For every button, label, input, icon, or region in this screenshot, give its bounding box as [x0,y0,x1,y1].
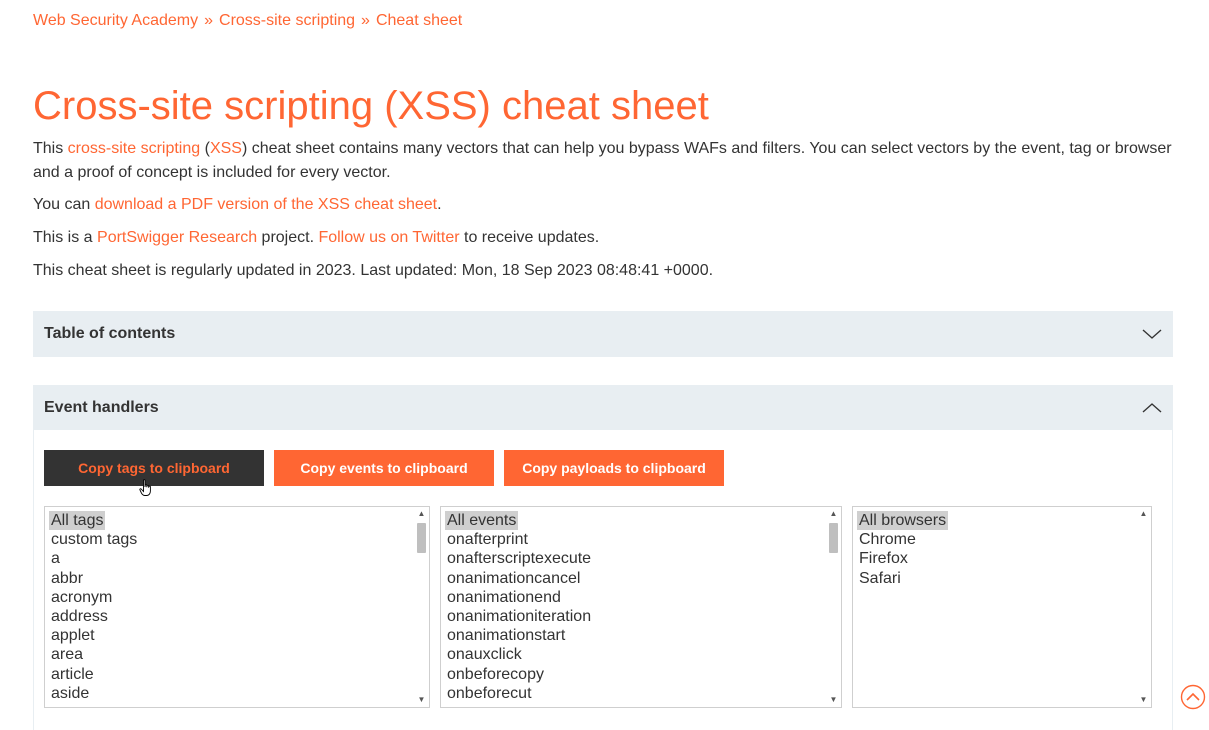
event-option[interactable]: onbeforecopy [445,665,544,684]
tag-option[interactable]: acronym [49,588,112,607]
event-option[interactable]: onanimationstart [445,626,565,645]
scroll-up-icon[interactable]: ▲ [1136,507,1151,521]
scroll-down-icon[interactable]: ▼ [826,693,841,707]
tag-option[interactable]: abbr [49,569,83,588]
tags-scrollbar[interactable]: ▲ ▼ [414,507,429,707]
tag-option[interactable]: article [49,665,94,684]
events-listbox[interactable]: All events onafterprint onafterscriptexecu… [440,506,842,708]
breadcrumb: Web Security Academy » Cross-site script… [33,11,462,31]
follow-twitter-link[interactable]: Follow us on Twitter [318,229,459,246]
copy-tags-button[interactable]: Copy tags to clipboard [44,450,264,486]
intro-paragraph-3: This is a PortSwigger Research project. … [33,229,600,246]
browsers-options: All browsers Chrome Firefox Safari [853,507,1151,588]
scroll-down-icon[interactable]: ▼ [414,693,429,707]
tag-option[interactable]: a [49,549,60,568]
browser-option[interactable]: Chrome [857,530,916,549]
browser-option[interactable]: All browsers [857,511,949,531]
tags-options: All tags custom tags a abbr acronym address ap… [45,507,429,703]
table-of-contents-label: Table of contents [44,325,176,342]
cross-site-scripting-link[interactable]: cross-site scripting [68,140,200,157]
scroll-up-icon[interactable]: ▲ [414,507,429,521]
breadcrumb-cross-site-scripting[interactable]: Cross-site scripting [219,11,355,31]
event-option[interactable]: onanimationiteration [445,607,591,626]
intro-paragraph-1: This cross-site scripting (XSS) cheat sh… [33,140,1172,181]
event-option[interactable]: onauxclick [445,645,522,664]
browser-option[interactable]: Firefox [857,549,908,568]
events-options: All events onafterprint onafterscriptexecu… [441,507,841,703]
tag-option[interactable]: custom tags [49,530,137,549]
scroll-up-icon[interactable]: ▲ [826,507,841,521]
event-option[interactable]: onanimationcancel [445,569,580,588]
events-scrollbar[interactable]: ▲ ▼ [826,507,841,707]
event-handlers-toggle[interactable]: Event handlers [33,385,1173,430]
event-option[interactable]: onafterscriptexecute [445,549,591,568]
scroll-thumb[interactable] [417,523,426,553]
breadcrumb-web-security-academy[interactable]: Web Security Academy [33,11,198,31]
copy-events-button[interactable]: Copy events to clipboard [274,450,494,486]
tags-listbox[interactable]: All tags custom tags a abbr acronym address ap… [44,506,430,708]
xss-link[interactable]: XSS [210,140,242,157]
chevron-up-icon [1142,402,1162,413]
breadcrumb-separator: » [204,12,213,29]
intro: This cross-site scripting (XSS) cheat sh… [33,137,1178,283]
scroll-down-icon[interactable]: ▼ [1136,693,1151,707]
browsers-scrollbar[interactable]: ▲ ▼ [1136,507,1151,707]
event-option[interactable]: All events [445,511,519,531]
breadcrumb-separator: » [361,12,370,29]
last-updated-text: This cheat sheet is regularly updated in… [33,262,714,279]
hand-cursor-icon [139,479,151,496]
browsers-listbox[interactable]: All browsers Chrome Firefox Safari ▲ ▼ [852,506,1152,708]
chevron-down-icon [1142,329,1162,339]
breadcrumb-cheat-sheet[interactable]: Cheat sheet [376,11,462,31]
event-option[interactable]: onbeforecut [445,684,532,703]
portswigger-research-link[interactable]: PortSwigger Research [97,229,257,246]
browser-option[interactable]: Safari [857,569,901,588]
back-to-top-icon[interactable] [1180,684,1206,710]
tag-option[interactable]: area [49,645,83,664]
event-option[interactable]: onanimationend [445,588,561,607]
download-pdf-link[interactable]: download a PDF version of the XSS cheat … [95,196,437,213]
tag-option[interactable]: aside [49,684,89,703]
table-of-contents-toggle[interactable]: Table of contents [33,311,1173,357]
copy-payloads-button[interactable]: Copy payloads to clipboard [504,450,724,486]
tag-option[interactable]: address [49,607,108,626]
event-option[interactable]: onafterprint [445,530,528,549]
tag-option[interactable]: applet [49,626,95,645]
intro-paragraph-2: You can download a PDF version of the XS… [33,196,442,213]
tag-option[interactable]: All tags [49,511,106,531]
page-title: Cross-site scripting (XSS) cheat sheet [33,84,709,128]
event-handlers-label: Event handlers [44,398,159,416]
scroll-thumb[interactable] [829,523,838,553]
